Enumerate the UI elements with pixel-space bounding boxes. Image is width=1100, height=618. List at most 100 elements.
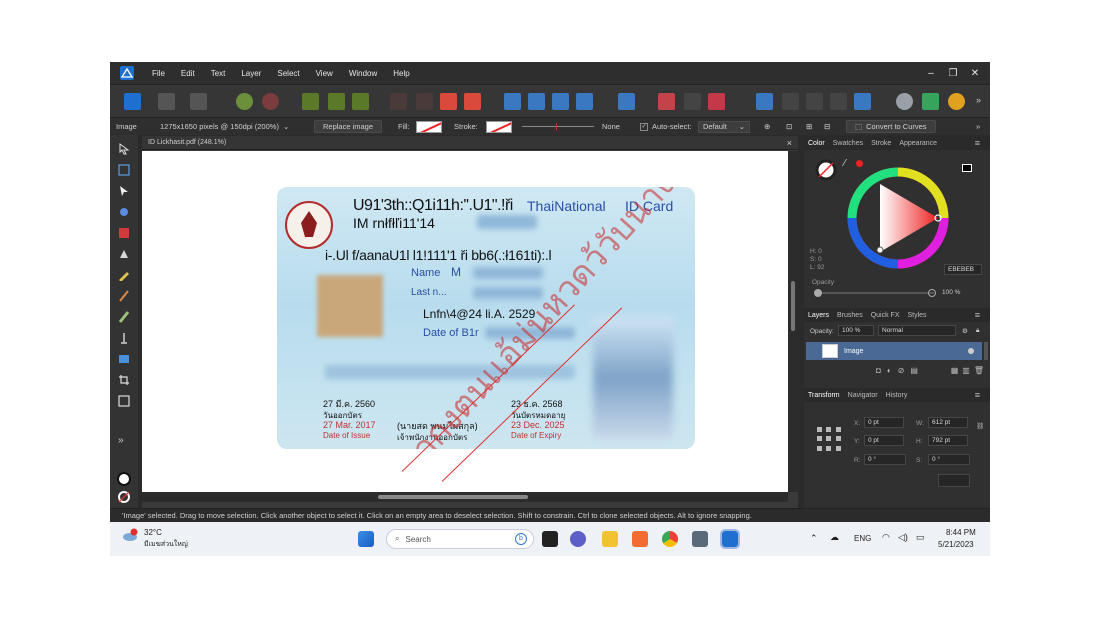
height-input[interactable]: 792 pt: [928, 435, 968, 446]
panel-menu-icon[interactable]: ≡: [971, 390, 984, 400]
affinity-taskbar-icon[interactable]: [720, 529, 740, 549]
flip-horizontal-icon[interactable]: [504, 93, 521, 110]
menu-help[interactable]: Help: [385, 69, 417, 78]
calculator-icon[interactable]: [692, 531, 708, 547]
transparency-tool-icon[interactable]: [118, 332, 130, 344]
onedrive-cloud-icon[interactable]: ☁: [830, 532, 839, 543]
restore-button[interactable]: ❐: [942, 68, 964, 79]
rotation-input[interactable]: 0 °: [864, 454, 906, 465]
taskbar-search[interactable]: ⌕ Search b: [386, 529, 534, 549]
tab-quick-fx[interactable]: Quick FX: [867, 312, 904, 319]
anchor-grid-icon[interactable]: [816, 426, 842, 452]
color-wheel[interactable]: [846, 166, 950, 270]
duplicate-layer-icon[interactable]: ▥: [962, 366, 970, 375]
language-indicator[interactable]: ENG: [854, 534, 871, 543]
x-input[interactable]: 0 pt: [864, 417, 904, 428]
snapping-icon[interactable]: [302, 93, 319, 110]
fill-swatch[interactable]: [416, 120, 442, 133]
close-window-button[interactable]: ✕: [964, 68, 986, 79]
chrome-icon[interactable]: [662, 531, 678, 547]
document-tab[interactable]: ID Lickhasit.pdf (248.1%) ×: [142, 136, 798, 150]
transform-origin-icon[interactable]: ⊕: [764, 118, 770, 135]
horizontal-scrollbar[interactable]: [142, 492, 788, 502]
document-canvas[interactable]: U91'3th::Q1i11h:''.U1".!ři ThaiNational …: [142, 151, 788, 492]
show-hidden-icons-icon[interactable]: ⌃: [810, 533, 818, 544]
node-tool-icon[interactable]: [118, 185, 130, 197]
shear-input[interactable]: 0 °: [928, 454, 970, 465]
blend-mode-dropdown[interactable]: Normal: [878, 325, 956, 336]
stroke-swatch[interactable]: [486, 120, 512, 133]
panel-menu-icon[interactable]: ≡: [971, 310, 984, 320]
publisher-persona-icon[interactable]: [124, 93, 141, 110]
assistant-icon[interactable]: [896, 93, 913, 110]
image-info-dropdown[interactable]: 1275x1650 pixels @ 150dpi (200%) ⌄: [160, 118, 289, 135]
start-windows-icon[interactable]: [358, 531, 374, 547]
lock-icon[interactable]: 🔒︎: [976, 327, 979, 335]
boolean-add-icon[interactable]: [756, 93, 773, 110]
tab-layers[interactable]: Layers: [804, 312, 833, 319]
rotate-left-icon[interactable]: [552, 93, 569, 110]
rotate-right-icon[interactable]: [576, 93, 593, 110]
arrange-back-icon[interactable]: [390, 93, 407, 110]
transform-options-button[interactable]: [938, 474, 970, 487]
tab-transform[interactable]: Transform: [804, 392, 844, 399]
minimize-button[interactable]: –: [920, 68, 942, 79]
color-mode-icon[interactable]: [962, 164, 972, 172]
picture-frame-tool-icon[interactable]: [118, 353, 130, 365]
menu-select[interactable]: Select: [269, 69, 307, 78]
id-card-image[interactable]: U91'3th::Q1i11h:''.U1".!ři ThaiNational …: [277, 187, 695, 449]
layer-row-image[interactable]: Image: [806, 342, 982, 360]
menu-layer[interactable]: Layer: [233, 69, 269, 78]
transform-grid-icon[interactable]: ⊟: [824, 118, 830, 135]
align-center-icon[interactable]: ⊡: [786, 118, 792, 135]
wrap-icon[interactable]: [684, 93, 701, 110]
boolean-subtract-icon[interactable]: [782, 93, 799, 110]
bring-front-icon[interactable]: [464, 93, 481, 110]
boolean-divide-icon[interactable]: [854, 93, 871, 110]
width-input[interactable]: 612 pt: [928, 417, 968, 428]
battery-icon[interactable]: ▭: [916, 532, 925, 543]
brush-tool-icon[interactable]: [118, 290, 130, 302]
fx-icon[interactable]: ⊘: [898, 366, 905, 375]
toolbar-overflow-icon[interactable]: »: [976, 95, 981, 105]
menu-view[interactable]: View: [308, 69, 341, 78]
bring-forward-icon[interactable]: [440, 93, 457, 110]
volume-icon[interactable]: ◁): [898, 532, 908, 543]
more-tools-icon[interactable]: »: [118, 435, 130, 447]
menu-file[interactable]: File: [144, 69, 173, 78]
clock-date[interactable]: 5/21/2023: [938, 540, 974, 549]
tab-appearance[interactable]: Appearance: [895, 140, 941, 147]
stroke-width-slider[interactable]: [522, 123, 594, 130]
mask-icon[interactable]: ◘: [876, 366, 881, 375]
add-layer-icon[interactable]: ▦: [951, 366, 959, 375]
fill-stroke-swatch-icon[interactable]: [814, 158, 838, 182]
opacity-slider[interactable]: [814, 289, 936, 297]
context-overflow-icon[interactable]: »: [976, 118, 980, 135]
menu-text[interactable]: Text: [203, 69, 234, 78]
rectangle-tool-icon[interactable]: [118, 395, 130, 407]
file-explorer-icon[interactable]: [602, 531, 618, 547]
distribute-icon[interactable]: ⊞: [806, 118, 812, 135]
stroke-swatch-icon[interactable]: [116, 489, 132, 505]
gear-tool-icon[interactable]: [118, 206, 130, 218]
preferences-gear-icon[interactable]: [236, 93, 253, 110]
export-persona-icon[interactable]: [190, 93, 207, 110]
delete-layer-icon[interactable]: 🗑︎: [974, 366, 984, 375]
layer-opacity-field[interactable]: 100 %: [838, 325, 874, 336]
tab-stroke[interactable]: Stroke: [867, 140, 895, 147]
y-input[interactable]: 0 pt: [864, 435, 904, 446]
vertical-scrollbar[interactable]: [788, 151, 798, 492]
color-swatch-icon[interactable]: [116, 471, 132, 487]
move-tool-icon[interactable]: [118, 143, 130, 155]
hex-input[interactable]: EBEBEB: [944, 264, 982, 275]
replace-image-button[interactable]: Replace image: [314, 120, 383, 133]
panel-menu-icon[interactable]: ≡: [971, 138, 984, 148]
menu-window[interactable]: Window: [341, 69, 385, 78]
layer-settings-gear-icon[interactable]: ⚙: [962, 327, 968, 335]
teams-chat-icon[interactable]: [570, 531, 586, 547]
layers-scrollbar[interactable]: [984, 342, 988, 360]
task-view-icon[interactable]: [542, 531, 558, 547]
insert-target-icon[interactable]: [658, 93, 675, 110]
link-aspect-icon[interactable]: ⛓︎: [976, 422, 984, 430]
tab-styles[interactable]: Styles: [904, 312, 931, 319]
